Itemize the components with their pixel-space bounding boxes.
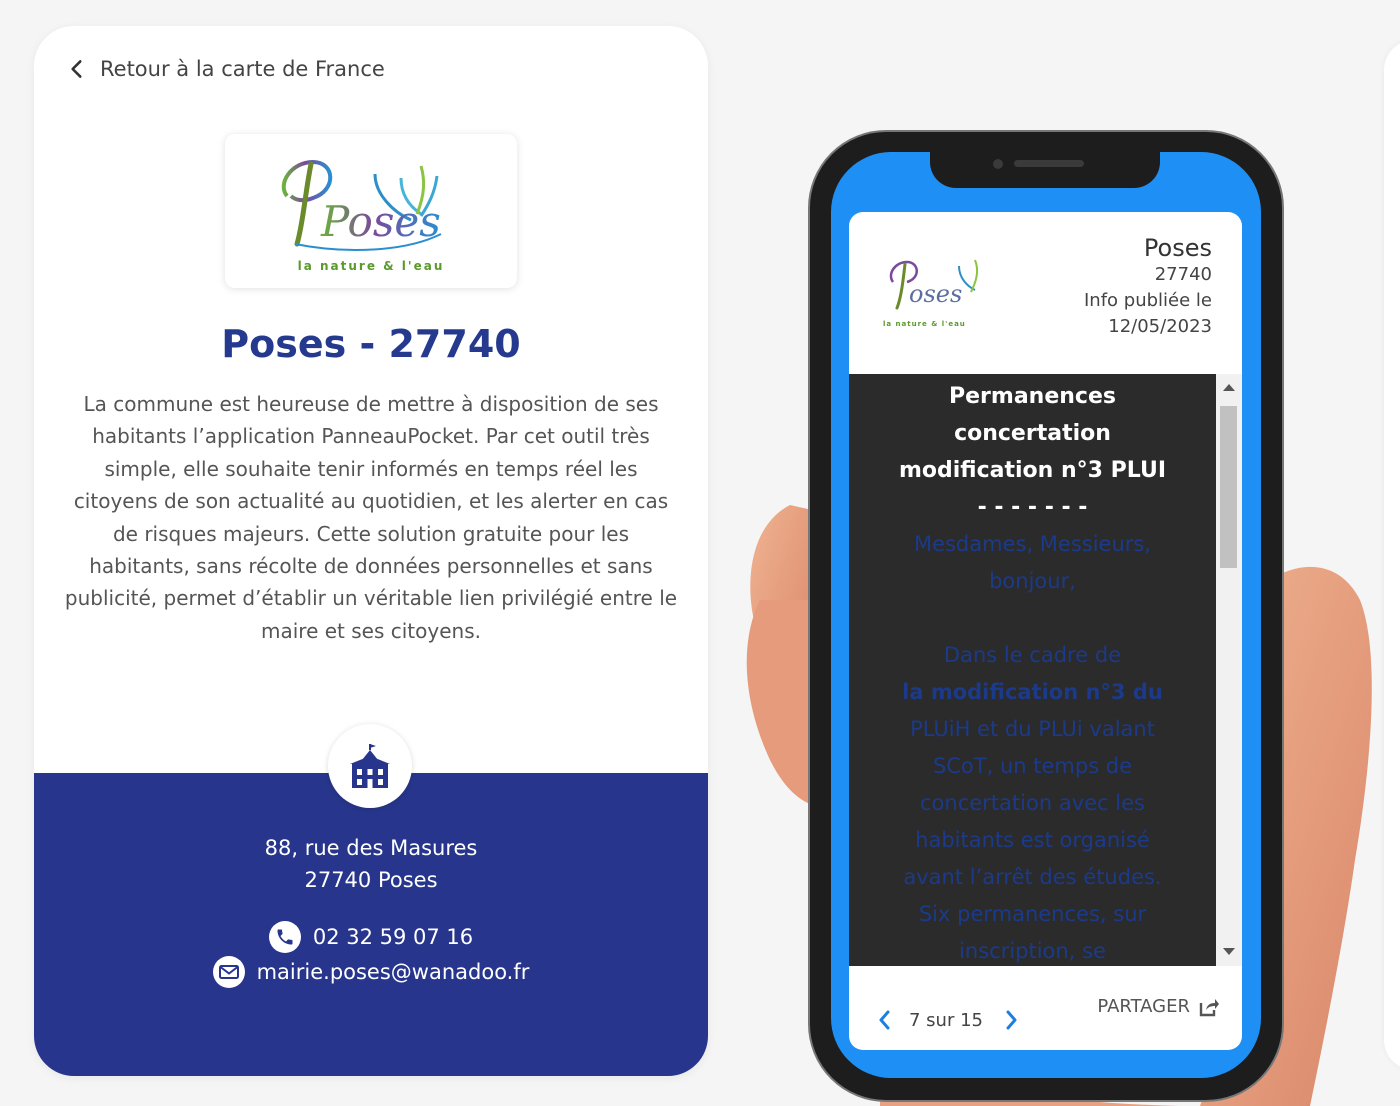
message-line: la modification n°3 du bbox=[902, 680, 1163, 704]
message-title: Permanences concertation modification n°… bbox=[849, 378, 1216, 526]
chevron-right-icon[interactable] bbox=[1001, 1008, 1021, 1032]
message-line: inscription, se bbox=[959, 939, 1106, 963]
message-pager: 7 sur 15 bbox=[875, 1008, 1021, 1032]
share-button[interactable]: PARTAGER bbox=[1097, 996, 1220, 1017]
town-hall-badge bbox=[328, 724, 412, 808]
phone-notch bbox=[930, 150, 1160, 188]
app-message-card: oses la nature & l'eau Poses 27740 Info … bbox=[849, 212, 1242, 1050]
message-line: Mesdames, Messieurs, bbox=[913, 532, 1152, 556]
scroll-down-arrow[interactable] bbox=[1223, 948, 1235, 955]
message-line: Dans le cadre de bbox=[943, 643, 1122, 667]
share-label: PARTAGER bbox=[1097, 996, 1190, 1017]
scroll-thumb[interactable] bbox=[1220, 406, 1237, 568]
share-icon bbox=[1199, 998, 1219, 1016]
message-content[interactable]: Permanences concertation modification n°… bbox=[849, 374, 1216, 966]
message-line: bonjour, bbox=[989, 569, 1076, 593]
message-body: Mesdames, Messieurs, bonjour, Dans le ca… bbox=[849, 526, 1216, 966]
chevron-left-icon[interactable] bbox=[875, 1008, 895, 1032]
message-line: SCoT, un temps de bbox=[932, 754, 1133, 778]
message-line: concertation avec les bbox=[920, 791, 1145, 815]
town-hall-icon bbox=[350, 744, 390, 788]
message-line: Six permanences, sur bbox=[918, 902, 1147, 926]
message-line: habitants est organisé bbox=[915, 828, 1150, 852]
message-line: avant l’arrêt des études. bbox=[903, 865, 1162, 889]
pager-text: 7 sur 15 bbox=[909, 1009, 983, 1031]
app-postcode: 27740 bbox=[1154, 264, 1212, 285]
app-published-date: 12/05/2023 bbox=[1108, 316, 1212, 337]
message-scrollbar[interactable] bbox=[1216, 374, 1242, 966]
app-header-info: Poses 27740 Info publiée le 12/05/2023 bbox=[1084, 234, 1212, 340]
app-commune-logo: oses la nature & l'eau bbox=[883, 259, 979, 328]
app-city-name: Poses bbox=[1143, 234, 1212, 262]
message-title-line: Permanences bbox=[949, 384, 1116, 409]
message-line: PLUiH et du PLUi valant bbox=[910, 717, 1155, 741]
svg-text:oses: oses bbox=[909, 280, 962, 308]
app-published-label: Info publiée le bbox=[1084, 290, 1212, 311]
message-title-line: modification n°3 PLUI bbox=[898, 458, 1167, 483]
message-title-separator: - - - - - - - bbox=[977, 495, 1088, 520]
svg-text:la nature & l'eau: la nature & l'eau bbox=[883, 320, 966, 328]
scroll-up-arrow[interactable] bbox=[1223, 384, 1235, 391]
message-title-line: concertation bbox=[954, 421, 1111, 446]
